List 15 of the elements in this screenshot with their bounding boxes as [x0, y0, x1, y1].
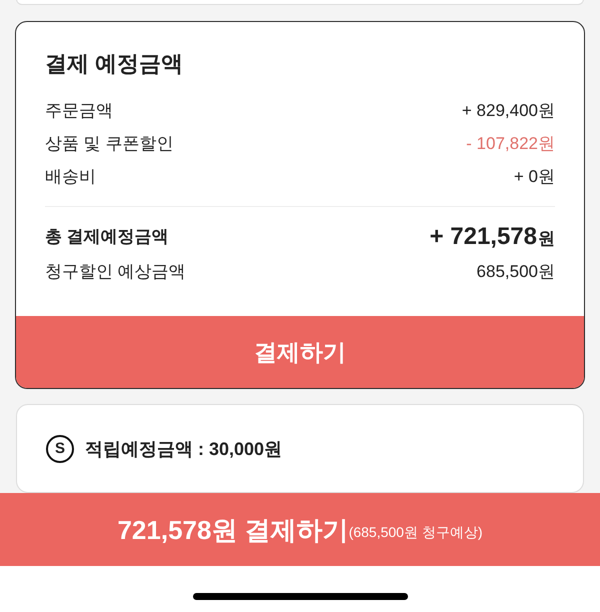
total-amount: + 721,578원: [430, 222, 555, 252]
row-label: 상품 및 쿠폰할인: [45, 132, 174, 154]
summary-title: 결제 예정금액: [45, 50, 184, 78]
row-value: - 107,822원: [466, 132, 555, 154]
row-label: 배송비: [45, 166, 96, 188]
row-label: 주문금액: [45, 100, 113, 122]
points-text: 적립예정금액 : 30,000원: [85, 438, 282, 460]
point-icon: S: [46, 434, 74, 462]
row-value: + 0원: [514, 166, 555, 188]
checkout-bar-button[interactable]: 721,578원 결제하기(685,500원 청구예상): [0, 493, 600, 566]
row-value: + 829,400원: [462, 100, 555, 122]
billing-discount-label: 청구할인 예상금액: [45, 261, 186, 283]
pay-button[interactable]: 결제하기: [16, 316, 584, 388]
billing-discount-value: 685,500원: [476, 261, 555, 283]
total-label: 총 결제예정금액: [45, 226, 169, 248]
